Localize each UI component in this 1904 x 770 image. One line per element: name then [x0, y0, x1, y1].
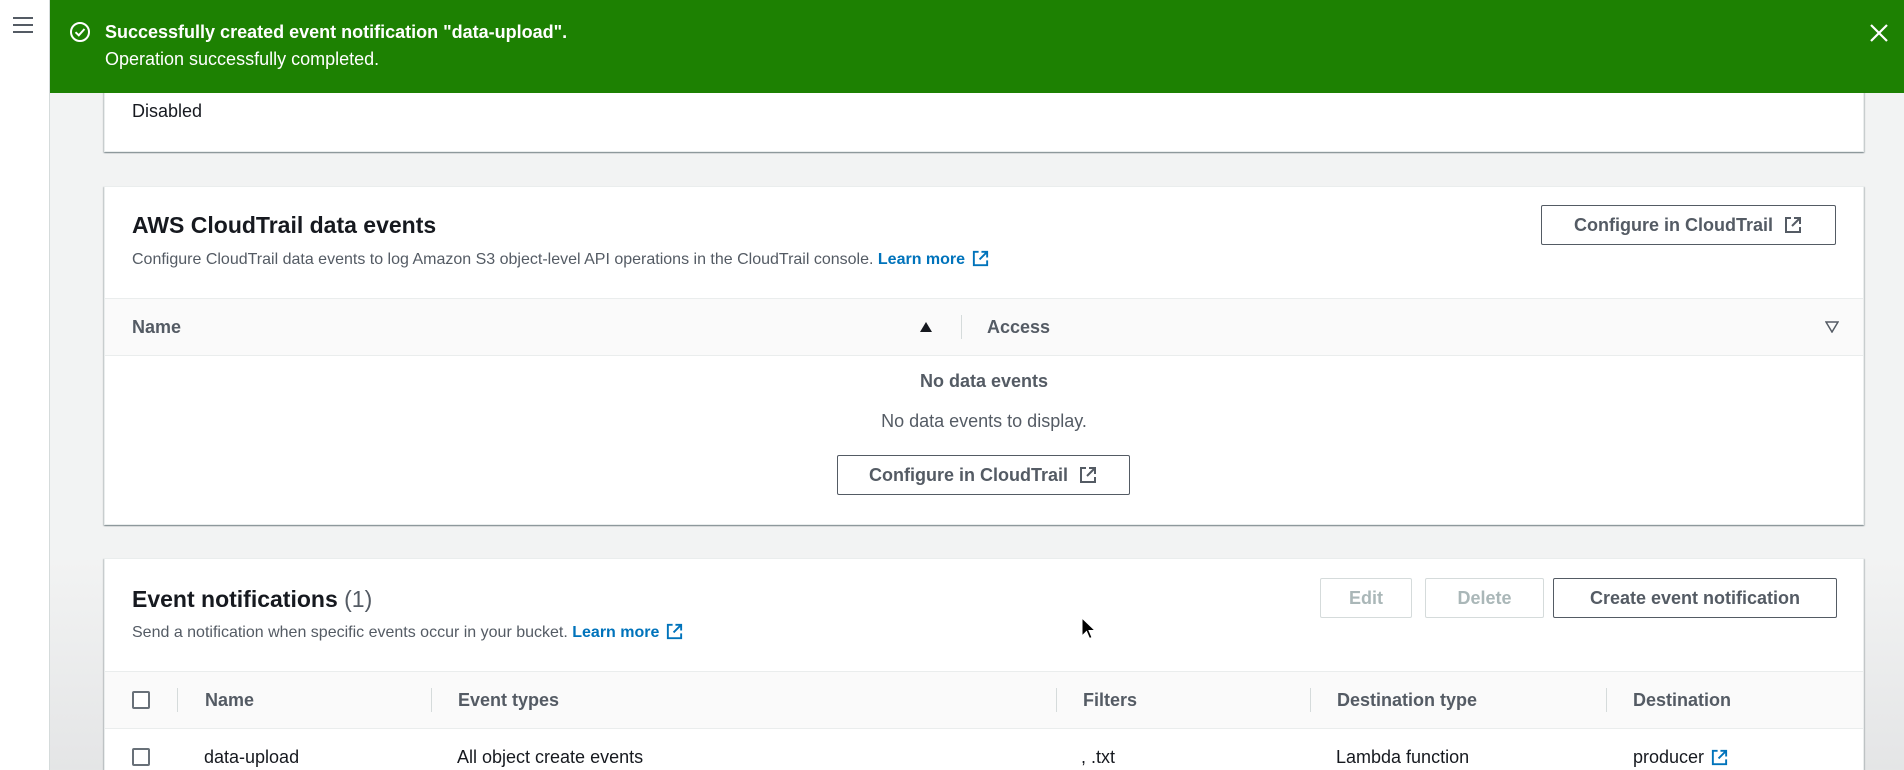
success-flash-banner: Successfully created event notification …: [50, 0, 1904, 93]
column-header-name[interactable]: Name: [205, 672, 254, 728]
property-value: Disabled: [132, 101, 203, 121]
edit-button[interactable]: Edit: [1320, 578, 1412, 618]
learn-more-link[interactable]: Learn more: [572, 623, 684, 641]
column-header-name[interactable]: Name: [132, 299, 181, 355]
flash-message: Operation successfully completed.: [105, 49, 380, 69]
delete-button[interactable]: Delete: [1425, 578, 1544, 618]
empty-state-title: No data events: [919, 371, 1049, 391]
close-icon[interactable]: [1866, 20, 1892, 46]
configure-in-cloudtrail-button[interactable]: Configure in CloudTrail: [1541, 205, 1836, 245]
column-separator[interactable]: [1310, 688, 1311, 712]
select-all-checkbox[interactable]: [132, 691, 150, 709]
column-separator[interactable]: [431, 688, 432, 712]
configure-in-cloudtrail-button-empty[interactable]: Configure in CloudTrail: [837, 455, 1130, 495]
row-checkbox[interactable]: [132, 748, 150, 766]
side-navigation-rail: [0, 0, 50, 770]
row-destination-type: Lambda function: [1336, 747, 1470, 767]
column-separator[interactable]: [961, 315, 962, 339]
row-filters: , .txt: [1081, 747, 1116, 767]
flash-title: Successfully created event notification …: [105, 22, 568, 42]
event-notifications-table-header: Name Event types Filters Destination typ…: [105, 671, 1863, 729]
external-link-icon: [1711, 749, 1728, 766]
event-notifications-count: (1): [344, 586, 373, 612]
row-event-types: All object create events: [457, 747, 644, 767]
cloudtrail-description: Configure CloudTrail data events to log …: [132, 249, 990, 269]
external-link-icon: [1785, 217, 1801, 233]
column-header-destination-type[interactable]: Destination type: [1337, 672, 1477, 728]
create-event-notification-button[interactable]: Create event notification: [1553, 578, 1837, 618]
menu-icon[interactable]: [13, 17, 33, 33]
column-separator[interactable]: [177, 688, 178, 712]
sort-ascending-icon[interactable]: [919, 321, 933, 333]
external-link-icon: [667, 623, 683, 640]
column-header-filters[interactable]: Filters: [1083, 672, 1137, 728]
event-notifications-panel: Event notifications (1) Send a notificat…: [104, 558, 1864, 770]
external-link-icon: [1080, 467, 1096, 483]
column-separator[interactable]: [1056, 688, 1057, 712]
cloudtrail-title: AWS CloudTrail data events: [132, 212, 437, 238]
success-check-icon: [70, 22, 90, 42]
learn-more-link[interactable]: Learn more: [878, 250, 990, 268]
row-destination-link[interactable]: producer: [1633, 747, 1729, 768]
mouse-pointer-icon: [1081, 617, 1097, 640]
row-name: data-upload: [204, 747, 300, 767]
event-notifications-description: Send a notification when specific events…: [132, 622, 684, 642]
cloudtrail-table-header: Name Access: [105, 298, 1863, 356]
column-separator[interactable]: [1606, 688, 1607, 712]
column-header-access[interactable]: Access: [987, 299, 1050, 355]
empty-state-description: No data events to display.: [881, 411, 1087, 431]
column-header-event-types[interactable]: Event types: [458, 672, 559, 728]
column-header-destination[interactable]: Destination: [1633, 672, 1731, 728]
sort-icon[interactable]: [1825, 321, 1839, 333]
external-link-icon: [972, 250, 989, 267]
table-row[interactable]: data-upload All object create events , .…: [105, 729, 1863, 770]
cloudtrail-data-events-panel: AWS CloudTrail data events Configure Clo…: [104, 186, 1864, 525]
event-notifications-title: Event notifications (1): [132, 586, 373, 612]
